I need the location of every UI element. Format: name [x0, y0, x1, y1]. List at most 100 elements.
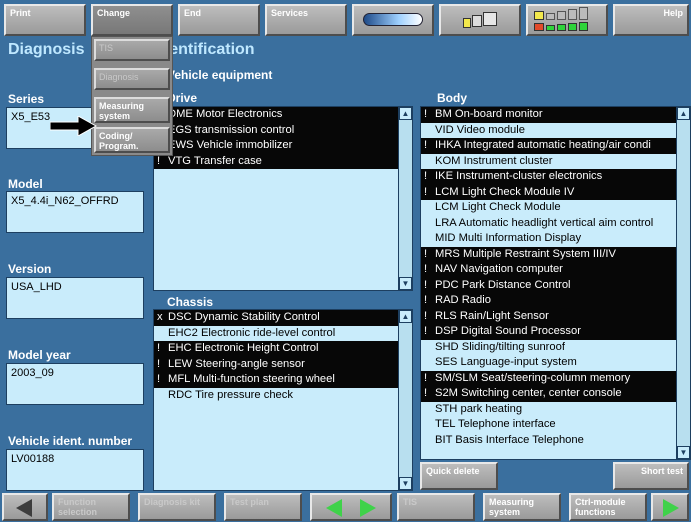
scroll-up-icon[interactable]: ▲ [677, 107, 690, 120]
row-status-mark [154, 388, 168, 404]
chassis-list[interactable]: x DSC Dynamic Stability Control EHC2 Elect… [153, 309, 413, 491]
body-list-item[interactable]: VID Video module [421, 123, 676, 139]
row-status-mark: ! [157, 357, 161, 370]
row-label: EHC2 Electronic ride-level control [168, 326, 336, 339]
green-arrow-left-icon[interactable] [326, 499, 342, 517]
row-label: RAD Radio [435, 294, 491, 306]
body-list-item[interactable]: ! IHKA Integrated automatic heating/air c… [421, 138, 676, 154]
row-label: EGS transmission control [168, 123, 295, 136]
row-label: LRA Automatic headlight vertical aim con… [435, 216, 654, 229]
body-list-item[interactable]: ! RLS Rain/Light Sensor [421, 308, 676, 324]
ctrl-module-functions-button[interactable]: Ctrl-module functions [569, 493, 647, 521]
body-list[interactable]: ! BM On-board monitor VID Video module! IHK… [420, 106, 691, 460]
forward-button[interactable] [651, 493, 689, 521]
body-list-item[interactable]: ! SM/SLM Seat/steering-column memory [421, 370, 676, 386]
body-list-item[interactable]: ! RAD Radio [421, 293, 676, 309]
row-status-mark: ! [424, 278, 428, 291]
chassis-scrollbar[interactable]: ▲ ▼ [398, 310, 412, 490]
row-status-mark: ! [424, 139, 428, 151]
quick-delete-button[interactable]: Quick delete [420, 462, 498, 490]
model-label: Model [8, 177, 43, 191]
body-list-item[interactable]: ! LCM Light Check Module IV [421, 184, 676, 200]
body-list-item[interactable]: LRA Automatic headlight vertical aim con… [421, 216, 676, 232]
scroll-up-icon[interactable]: ▲ [399, 107, 412, 120]
menu-item-measuring-system[interactable]: Measuring system [94, 97, 170, 123]
drive-list[interactable]: DME Motor Electronics EGS transmission co… [153, 106, 413, 291]
end-button[interactable]: End [178, 4, 260, 36]
scroll-down-icon[interactable]: ▼ [399, 477, 412, 490]
short-test-button[interactable]: Short test [613, 462, 689, 490]
chassis-list-item[interactable]: ! MFL Multi-function steering wheel [154, 372, 398, 388]
row-label: SM/SLM Seat/steering-column memory [435, 371, 631, 384]
function-selection-button[interactable]: Function selection [52, 493, 130, 521]
row-label: S2M Switching center, center console [435, 387, 622, 399]
green-arrow-right-icon[interactable] [360, 499, 376, 517]
body-list-item[interactable]: ! NAV Navigation computer [421, 262, 676, 278]
row-status-mark [421, 417, 435, 433]
vin-label: Vehicle ident. number [8, 434, 133, 448]
body-list-item[interactable]: ! PDC Park Distance Control [421, 277, 676, 293]
menu-item-coding-program[interactable]: Coding/ Program. [94, 127, 170, 153]
body-list-item[interactable]: STH park heating [421, 402, 676, 418]
back-button[interactable] [2, 493, 48, 521]
menu-item-tis[interactable]: TIS [94, 39, 170, 61]
chassis-list-item[interactable]: RDC Tire pressure check [154, 388, 398, 404]
version-field: USA_LHD [6, 277, 144, 319]
row-status-mark: ! [424, 371, 428, 384]
chassis-list-item[interactable]: x DSC Dynamic Stability Control [154, 310, 398, 326]
body-list-item[interactable]: BIT Basis Interface Telephone [421, 433, 676, 449]
body-list-item[interactable]: ! BM On-board monitor [421, 107, 676, 123]
row-label: DME Motor Electronics [168, 108, 283, 120]
body-list-item[interactable]: ! DSP Digital Sound Processor [421, 324, 676, 340]
body-list-item[interactable]: ! S2M Switching center, center console [421, 386, 676, 402]
scroll-up-icon[interactable]: ▲ [399, 310, 412, 323]
change-button[interactable]: Change [91, 4, 173, 36]
body-list-item[interactable]: MID Multi Information Display [421, 231, 676, 247]
row-label: LCM Light Check Module [435, 201, 561, 213]
test-plan-button[interactable]: Test plan [224, 493, 302, 521]
body-scrollbar[interactable]: ▲ ▼ [676, 107, 690, 459]
body-list-item[interactable]: ! IKE Instrument-cluster electronics [421, 169, 676, 185]
row-label: EWS Vehicle immobilizer [168, 139, 293, 151]
help-button[interactable]: Help [613, 4, 689, 36]
scroll-down-icon[interactable]: ▼ [399, 277, 412, 290]
menu-item-diagnosis[interactable]: Diagnosis [94, 68, 170, 90]
scroll-down-icon[interactable]: ▼ [677, 446, 690, 459]
body-list-item[interactable]: ! MRS Multiple Restraint System III/IV [421, 246, 676, 262]
row-label: VTG Transfer case [168, 154, 262, 167]
row-status-mark [421, 216, 435, 232]
chassis-list-item[interactable]: ! LEW Steering-angle sensor [154, 356, 398, 372]
row-status-mark: ! [157, 373, 161, 385]
body-list-item[interactable]: LCM Light Check Module [421, 200, 676, 216]
row-status-mark [421, 340, 435, 356]
services-button[interactable]: Services [265, 4, 347, 36]
row-label: LEW Steering-angle sensor [168, 357, 305, 370]
drive-scrollbar[interactable]: ▲ ▼ [398, 107, 412, 290]
arrow-left-icon [16, 499, 32, 517]
change-menu: TIS Diagnosis Measuring system Coding/ P… [91, 36, 173, 156]
print-button[interactable]: Print [4, 4, 86, 36]
bottom-toolbar: Function selection Diagnosis kit Test pl… [0, 491, 691, 522]
measuring-system-button[interactable]: Measuring system [483, 493, 561, 521]
model-year-field: 2003_09 [6, 363, 144, 405]
row-status-mark: ! [424, 185, 428, 198]
body-list-item[interactable]: SHD Sliding/tilting sunroof [421, 340, 676, 356]
body-list-item[interactable]: KOM Instrument cluster [421, 154, 676, 170]
drive-list-item[interactable]: EGS transmission control [154, 122, 398, 138]
vehicle-equipment-heading: Vehicle equipment [167, 68, 273, 82]
body-list-item[interactable]: TEL Telephone interface [421, 417, 676, 433]
chassis-list-item[interactable]: EHC2 Electronic ride-level control [154, 326, 398, 342]
row-label: KOM Instrument cluster [435, 154, 553, 167]
drive-list-item[interactable]: DME Motor Electronics [154, 107, 398, 123]
chassis-heading: Chassis [167, 295, 214, 309]
tis-button[interactable]: TIS [397, 493, 475, 521]
chassis-list-item[interactable]: ! EHC Electronic Height Control [154, 341, 398, 357]
drive-list-item[interactable]: EWS Vehicle immobilizer [154, 138, 398, 154]
row-status-mark [421, 200, 435, 216]
drive-list-item[interactable]: ! VTG Transfer case [154, 153, 398, 169]
row-label: RLS Rain/Light Sensor [435, 309, 549, 322]
row-status-mark [421, 355, 435, 371]
network-status [439, 4, 521, 36]
diagnosis-kit-button[interactable]: Diagnosis kit [138, 493, 216, 521]
body-list-item[interactable]: SES Language-input system [421, 355, 676, 371]
